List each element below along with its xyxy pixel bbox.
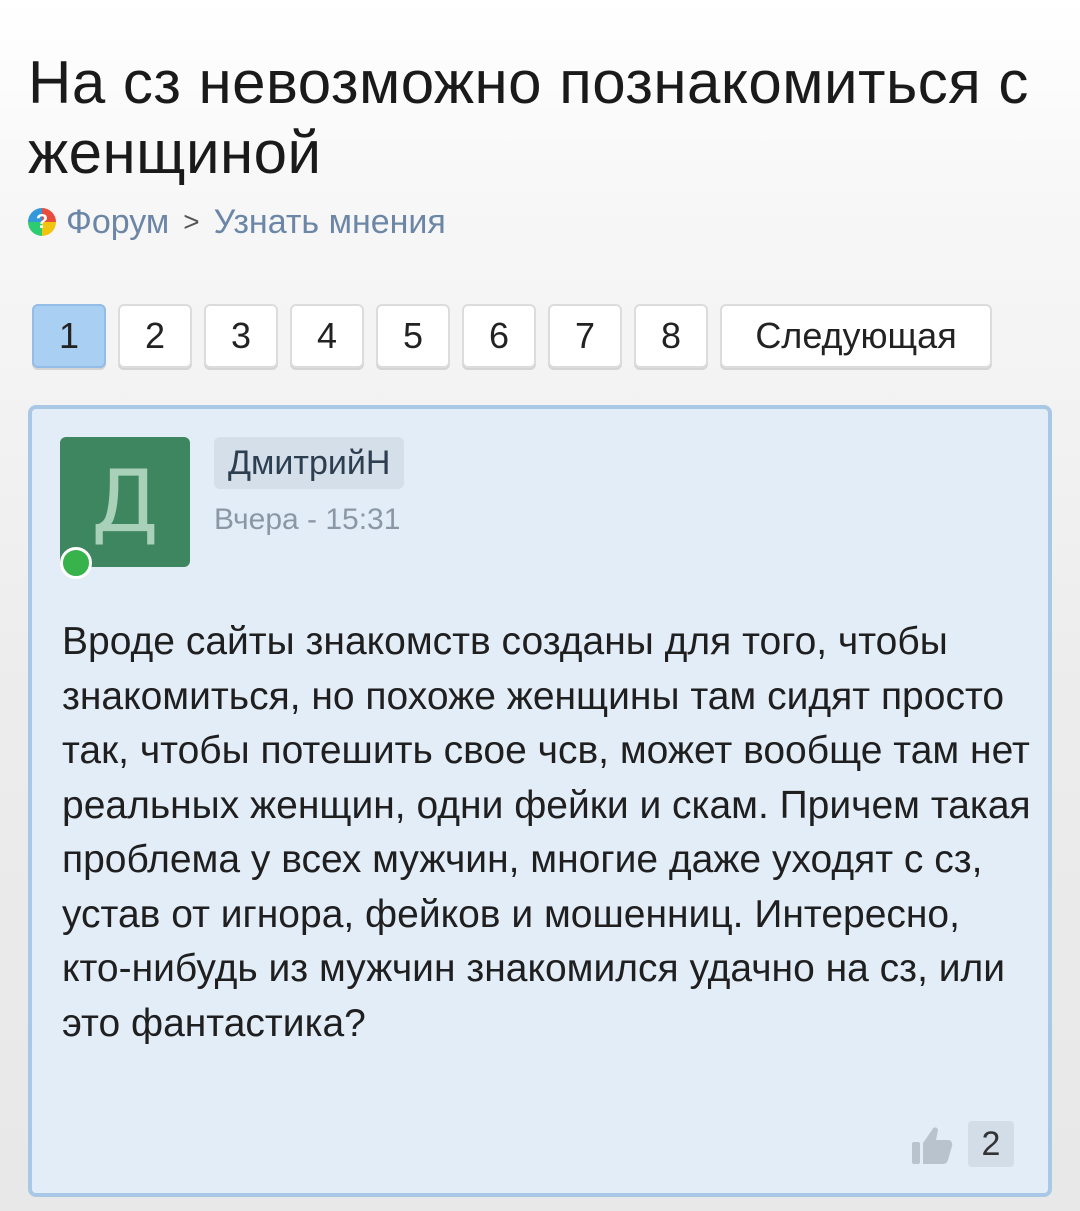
page-button-8[interactable]: 8: [634, 304, 708, 368]
breadcrumb-separator: >: [183, 206, 200, 237]
post-author[interactable]: ДмитрийН: [214, 437, 405, 489]
page-button-7[interactable]: 7: [548, 304, 622, 368]
breadcrumb-section-link[interactable]: Узнать мнения: [214, 203, 446, 242]
page-button-3[interactable]: 3: [204, 304, 278, 368]
breadcrumb: ? Форум > Узнать мнения: [28, 200, 446, 244]
page-button-1[interactable]: 1: [32, 304, 106, 368]
post-timestamp: Вчера - 15:31: [214, 503, 401, 536]
like-area: 2: [910, 1121, 1014, 1167]
online-status-indicator: [60, 547, 92, 579]
page-button-4[interactable]: 4: [290, 304, 364, 368]
page-title: На сз невозможно познакомиться с женщино…: [28, 49, 1029, 186]
page-button-6[interactable]: 6: [462, 304, 536, 368]
question-circle-icon: ?: [28, 208, 56, 236]
page-button-2[interactable]: 2: [118, 304, 192, 368]
post-card: Д ДмитрийН Вчера - 15:31 Вроде сайты зна…: [28, 405, 1052, 1197]
thumbs-up-icon[interactable]: [910, 1122, 954, 1166]
next-page-button[interactable]: Следующая: [720, 304, 992, 368]
pagination: 1 2 3 4 5 6 7 8 Следующая: [32, 304, 992, 368]
post-body: Вроде сайты знакомств созданы для того, …: [62, 620, 1031, 1045]
page-button-5[interactable]: 5: [376, 304, 450, 368]
like-count: 2: [968, 1121, 1014, 1167]
breadcrumb-forum-link[interactable]: Форум: [66, 203, 169, 242]
